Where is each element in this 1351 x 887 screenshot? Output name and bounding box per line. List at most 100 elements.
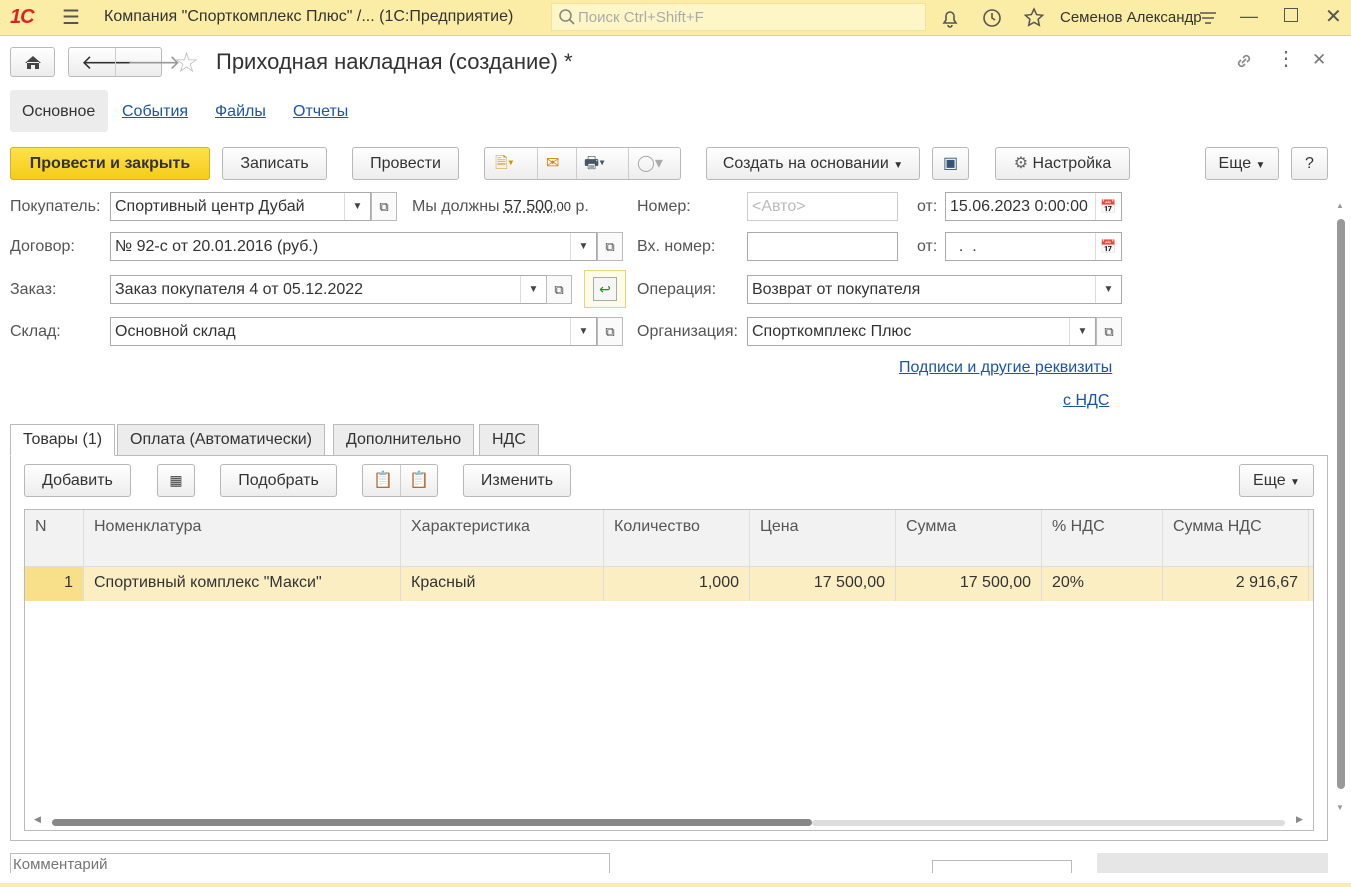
dropdown-icon[interactable]: ▼ (1069, 318, 1095, 345)
contract-field[interactable]: № 92-с от 20.01.2016 (руб.) ▼ (110, 232, 597, 261)
signatures-link[interactable]: Подписи и другие реквизиты (899, 359, 1112, 377)
we-owe-text: Мы должны (412, 198, 500, 215)
comment-input[interactable] (11, 854, 581, 873)
post-button[interactable]: Провести (352, 147, 459, 180)
global-search[interactable] (551, 3, 926, 31)
email-icon[interactable]: ✉ (546, 148, 559, 179)
user-name[interactable]: Семенов Александр (1060, 9, 1202, 26)
minimize-icon[interactable]: — (1240, 6, 1258, 27)
maximize-icon[interactable] (1284, 8, 1298, 22)
cell-sum[interactable]: 17 500,00 (896, 567, 1042, 601)
vertical-scrollbar[interactable]: ▲ ▼ (1336, 201, 1346, 820)
search-input[interactable] (552, 4, 892, 30)
home-button[interactable] (10, 47, 55, 77)
dropdown-icon[interactable]: ▼ (1095, 276, 1121, 303)
in-date-field[interactable]: . . 📅 (945, 232, 1122, 261)
we-owe-amount[interactable]: 57 500 (504, 198, 553, 215)
scroll-thumb[interactable] (52, 819, 812, 826)
order-field[interactable]: Заказ покупателя 4 от 05.12.2022 ▼ (110, 275, 547, 304)
col-header-item[interactable]: Номенклатура (84, 510, 401, 567)
add-row-button[interactable]: Добавить (24, 464, 131, 497)
post-and-close-button[interactable]: Провести и закрыть (10, 147, 210, 180)
col-header-n[interactable]: N (25, 510, 84, 567)
pick-button[interactable]: Подобрать (220, 464, 337, 497)
scroll-up-icon[interactable]: ▲ (1336, 201, 1344, 210)
barcode-button[interactable]: ▦ (157, 464, 195, 497)
col-header-qty[interactable]: Количество (604, 510, 750, 567)
warehouse-field[interactable]: Основной склад ▼ (110, 317, 597, 346)
close-window-icon[interactable]: ✕ (1325, 4, 1342, 29)
copy-icon[interactable]: 📋 (373, 465, 393, 496)
in-number-field[interactable] (747, 232, 898, 261)
tab-reports[interactable]: Отчеты (293, 103, 348, 121)
cell-vat-rate[interactable]: 20% (1042, 567, 1163, 601)
tab-payment[interactable]: Оплата (Автоматически) (117, 424, 325, 456)
tab-events[interactable]: События (122, 103, 188, 121)
table-more-button[interactable]: Еще ▼ (1239, 464, 1314, 497)
create-doc-icon[interactable]: 🗎▾ (495, 148, 514, 179)
scroll-right-icon[interactable]: ▶ (1296, 814, 1303, 825)
open-buyer-button[interactable]: ⧉ (371, 192, 397, 221)
bell-icon[interactable] (938, 6, 962, 30)
cell-char[interactable]: Красный (401, 567, 604, 601)
tab-additional[interactable]: Дополнительно (333, 424, 475, 456)
buyer-field[interactable]: Спортивный центр Дубай ▼ (110, 192, 371, 221)
app-logo[interactable]: 1С (10, 6, 44, 30)
dropdown-icon[interactable]: ▼ (344, 193, 370, 220)
comment-field[interactable] (10, 853, 610, 873)
favorite-star-icon[interactable]: ☆ (174, 46, 199, 79)
horizontal-scrollbar[interactable]: ◀ ▶ (30, 814, 1303, 827)
table-more-label: Еще (1253, 472, 1286, 489)
print-icon[interactable]: 🖶▾ (584, 148, 605, 179)
col-header-char[interactable]: Характеристика (401, 510, 604, 567)
open-contract-button[interactable]: ⧉ (597, 232, 623, 261)
cell-qty[interactable]: 1,000 (604, 567, 750, 601)
scroll-down-icon[interactable]: ▼ (1336, 803, 1344, 812)
history-icon[interactable] (980, 6, 1004, 30)
cell-price[interactable]: 17 500,00 (750, 567, 896, 601)
number-field[interactable]: <Авто> (747, 192, 898, 221)
col-header-vat-sum[interactable]: Сумма НДС (1163, 510, 1309, 567)
dropdown-icon[interactable]: ▼ (520, 276, 546, 303)
structure-button[interactable]: ▣ (932, 147, 969, 180)
cell-vat-sum[interactable]: 2 916,67 (1163, 567, 1309, 601)
operation-field[interactable]: Возврат от покупателя ▼ (747, 275, 1122, 304)
col-header-sum[interactable]: Сумма (896, 510, 1042, 567)
open-org-button[interactable]: ⧉ (1096, 317, 1122, 346)
menu-icon[interactable]: ☰ (62, 7, 84, 29)
org-field[interactable]: Спорткомплекс Плюс ▼ (747, 317, 1096, 346)
dropdown-icon[interactable]: ▼ (570, 318, 596, 345)
settings-button[interactable]: ⚙ Настройка (995, 147, 1130, 180)
tab-goods[interactable]: Товары (1) (10, 424, 116, 456)
star-icon[interactable] (1022, 6, 1046, 30)
scroll-left-icon[interactable]: ◀ (34, 814, 41, 825)
dropdown-icon[interactable]: ▼ (570, 233, 596, 260)
search-icon (559, 9, 575, 25)
col-header-vat-rate[interactable]: % НДС (1042, 510, 1163, 567)
open-order-button[interactable]: ⧉ (546, 275, 572, 304)
tab-files[interactable]: Файлы (215, 103, 266, 121)
edo-icon[interactable]: ◯▾ (637, 148, 663, 179)
link-icon[interactable] (1233, 50, 1255, 72)
settings-lines-icon[interactable] (1196, 6, 1220, 30)
calendar-icon[interactable]: 📅 (1095, 193, 1121, 220)
calendar-icon[interactable]: 📅 (1095, 233, 1121, 260)
col-header-price[interactable]: Цена (750, 510, 896, 567)
tab-main[interactable]: Основное (22, 103, 95, 121)
vat-link[interactable]: с НДС (1063, 392, 1109, 410)
change-button[interactable]: Изменить (463, 464, 571, 497)
fill-from-order-button[interactable]: ↩ (584, 270, 626, 308)
tab-vat[interactable]: НДС (479, 424, 539, 456)
date-field[interactable]: 15.06.2023 0:00:00 📅 (945, 192, 1122, 221)
create-based-on-button[interactable]: Создать на основании ▼ (706, 147, 920, 180)
help-button[interactable]: ? (1291, 147, 1328, 180)
more-button[interactable]: Еще ▼ (1205, 147, 1279, 180)
paste-icon[interactable]: 📋 (409, 465, 429, 496)
more-vertical-icon[interactable]: ⋮ (1276, 48, 1296, 70)
forward-arrow-icon[interactable]: 🡒 (127, 50, 181, 75)
open-warehouse-button[interactable]: ⧉ (597, 317, 623, 346)
vertical-scroll-thumb[interactable] (1337, 219, 1345, 789)
save-button[interactable]: Записать (222, 147, 327, 180)
cell-item[interactable]: Спортивный комплекс "Макси" (84, 567, 401, 601)
close-form-icon[interactable]: ✕ (1312, 50, 1326, 70)
